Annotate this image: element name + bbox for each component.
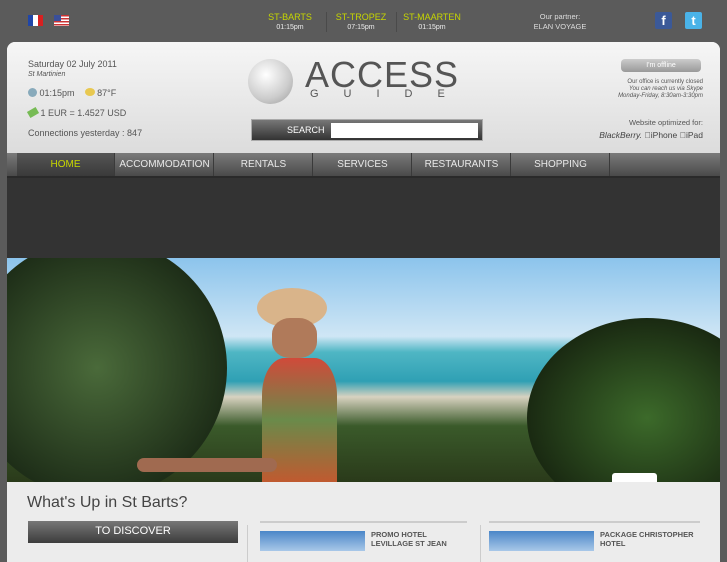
- city-clock-st-maarten[interactable]: ST-MAARTEN 01:15pm: [400, 12, 464, 31]
- city-name: ST-BARTS: [268, 12, 312, 22]
- promo-thumbnail[interactable]: [489, 531, 594, 551]
- header: Saturday 02 July 2011 St Martinien 01:15…: [7, 42, 720, 153]
- partner[interactable]: Our partner: ELAN VOYAGE: [520, 12, 600, 32]
- palm-foliage: [527, 318, 720, 482]
- office-hours: Monday-Friday, 8:30am-3:30pm: [618, 93, 703, 99]
- exchange-rate: 1 EUR = 1.4527 USD: [26, 106, 127, 119]
- clock-icon: [28, 88, 37, 97]
- nav-rentals[interactable]: RENTALS: [215, 153, 313, 176]
- city-name: ST-TROPEZ: [335, 12, 387, 22]
- status-text: I'm offline: [646, 62, 676, 69]
- nav-home[interactable]: HOME: [17, 153, 115, 176]
- blackberry-logo: BlackBerry.: [599, 130, 643, 140]
- office-info: Our office is currently closed You can re…: [618, 79, 703, 100]
- city-time: 07:15pm: [347, 24, 375, 31]
- divider: [247, 525, 248, 562]
- hero-image: [7, 258, 720, 482]
- divider: [396, 12, 397, 32]
- city-name: ST-MAARTEN: [403, 12, 461, 22]
- skype-note: You can reach us via Skype: [628, 86, 703, 92]
- temperature: 87°F: [97, 88, 117, 98]
- connections-count: Connections yesterday : 847: [28, 128, 143, 138]
- time-weather: 01:15pm 87°F: [28, 88, 116, 98]
- city-clock-st-tropez[interactable]: ST-TROPEZ 07:15pm: [329, 12, 393, 31]
- section-title: What's Up in St Barts?: [27, 494, 188, 511]
- local-time: 01:15pm: [39, 88, 75, 98]
- woman-face: [272, 318, 317, 358]
- search-bar: SEARCH: [251, 119, 483, 141]
- rate-text: 1 EUR = 1.4527 USD: [40, 108, 127, 118]
- search-input[interactable]: [331, 123, 478, 138]
- current-date: Saturday 02 July 2011: [28, 59, 117, 69]
- sun-cloud-icon: [84, 88, 95, 96]
- office-closed: Our office is currently closed: [627, 79, 703, 85]
- nav-services[interactable]: SERVICES: [314, 153, 412, 176]
- us-flag-icon[interactable]: [54, 15, 69, 26]
- french-flag-icon[interactable]: [28, 15, 43, 26]
- promo-card[interactable]: PROMO HOTEL LEVILLAGE ST JEAN: [260, 521, 467, 551]
- palm-foliage: [7, 258, 227, 482]
- promo-title[interactable]: PROMO HOTEL LEVILLAGE ST JEAN: [371, 530, 466, 548]
- partner-name[interactable]: ELAN VOYAGE: [520, 22, 600, 32]
- saint-of-day: St Martinien: [28, 71, 66, 78]
- optimized-label: Website optimized for:: [628, 118, 703, 127]
- to-discover-button[interactable]: TO DISCOVER: [28, 521, 238, 543]
- device-list: BlackBerry. iPhone iPad: [599, 130, 703, 140]
- banner-area: [7, 178, 720, 258]
- skype-status-button[interactable]: I'm offline: [621, 59, 701, 72]
- main-nav: HOME ACCOMMODATION RENTALS SERVICES REST…: [7, 153, 720, 178]
- money-icon: [26, 106, 40, 119]
- nav-accommodation[interactable]: ACCOMMODATION: [116, 153, 214, 176]
- woman-arm: [137, 458, 277, 472]
- promo-title[interactable]: PACKAGE CHRISTOPHER HOTEL: [600, 530, 700, 548]
- twitter-icon[interactable]: t: [685, 12, 702, 29]
- logo-sphere: [248, 59, 293, 104]
- city-time: 01:15pm: [418, 24, 446, 31]
- ipad-logo: iPad: [685, 130, 703, 140]
- main-card: Saturday 02 July 2011 St Martinien 01:15…: [7, 42, 720, 562]
- divider: [326, 12, 327, 32]
- city-time: 01:15pm: [276, 24, 304, 31]
- facebook-icon[interactable]: f: [655, 12, 672, 29]
- divider: [480, 525, 481, 562]
- partner-label: Our partner:: [539, 12, 581, 21]
- promo-thumbnail[interactable]: [260, 531, 365, 551]
- city-clock-st-barts[interactable]: ST-BARTS 01:15pm: [258, 12, 322, 31]
- promo-card[interactable]: PACKAGE CHRISTOPHER HOTEL: [489, 521, 700, 551]
- hero-tab[interactable]: [612, 473, 657, 482]
- logo-subtext: GUIDE: [310, 88, 470, 100]
- search-label: SEARCH: [287, 125, 325, 135]
- iphone-logo: iPhone: [650, 130, 678, 140]
- nav-shopping[interactable]: SHOPPING: [512, 153, 610, 176]
- nav-restaurants[interactable]: RESTAURANTS: [413, 153, 511, 176]
